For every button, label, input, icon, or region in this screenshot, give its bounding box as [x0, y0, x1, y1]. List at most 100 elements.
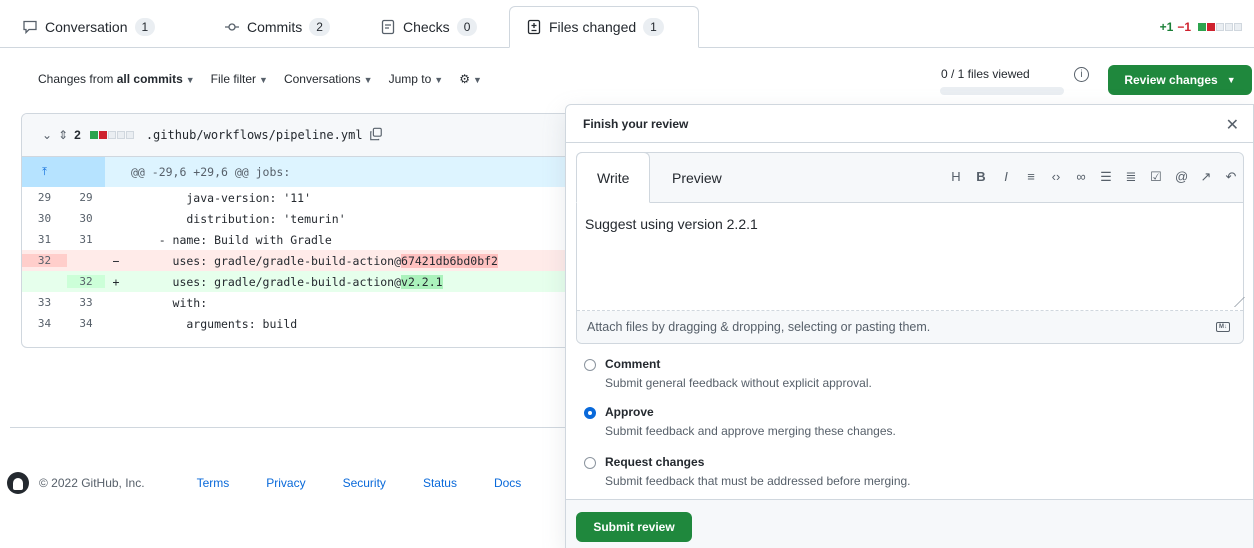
copy-icon[interactable]: [369, 127, 383, 144]
github-logo-icon[interactable]: [7, 472, 29, 494]
additions-count: +1: [1159, 20, 1174, 34]
radio-approve[interactable]: [584, 407, 596, 419]
review-body-textarea[interactable]: Suggest using version 2.2.1: [577, 203, 1245, 311]
added-highlight: v2.2.1: [401, 274, 443, 289]
footer-link-docs[interactable]: Docs: [494, 476, 521, 490]
code-icon[interactable]: ‹›: [1050, 169, 1062, 185]
expand-icon[interactable]: ⇕: [58, 128, 68, 142]
resize-handle-icon[interactable]: [1225, 297, 1245, 307]
option-desc: Submit general feedback without explicit…: [605, 376, 872, 390]
info-icon[interactable]: i: [1074, 67, 1089, 82]
hunk-header: ⤒ @@ -29,6 +29,6 @@ jobs:: [22, 157, 580, 187]
caret-down-icon: ▼: [259, 75, 268, 85]
option-request-changes[interactable]: Request changes Submit feedback that mus…: [584, 455, 911, 488]
file-filter-dropdown[interactable]: File filter ▼: [211, 72, 268, 86]
option-title: Comment: [605, 357, 661, 371]
option-approve[interactable]: Approve Submit feedback and approve merg…: [584, 405, 896, 438]
settings-dropdown[interactable]: ⚙ ▼: [459, 72, 482, 86]
editor-tabs: Write Preview H B I ≡ ‹› ∞ ☰ ≣ ☑ @ ↗ ↶: [576, 152, 1243, 203]
tab-commits[interactable]: Commits 2: [224, 6, 330, 48]
finish-review-popover: Finish your review ✕ Write Preview H B I…: [565, 104, 1254, 548]
checklist-icon: [380, 19, 396, 35]
comment-icon: [22, 19, 38, 35]
expand-up-icon[interactable]: ⤒: [22, 157, 67, 187]
copyright: © 2022 GitHub, Inc.: [39, 476, 145, 490]
footer-link-security[interactable]: Security: [343, 476, 386, 490]
files-viewed-label: 0 / 1 files viewed: [941, 67, 1030, 81]
diff-line: 33 33 with:: [37, 295, 208, 310]
review-header: Finish your review ✕: [566, 105, 1253, 143]
tab-preview[interactable]: Preview: [672, 153, 722, 203]
diff-line: 31 31 - name: Build with Gradle: [37, 232, 332, 247]
review-changes-button[interactable]: Review changes ▼: [1108, 65, 1252, 95]
diff-line: 29 29 java-version: '11': [37, 190, 312, 205]
caret-down-icon: ▼: [434, 75, 444, 85]
submit-review-button[interactable]: Submit review: [576, 512, 692, 542]
changes-from-dropdown[interactable]: Changes from all commits ▼: [38, 72, 195, 86]
footer-link-privacy[interactable]: Privacy: [266, 476, 305, 490]
jump-to-dropdown[interactable]: Jump to ▼: [389, 72, 444, 86]
review-body-text: Suggest using version 2.2.1: [585, 216, 758, 232]
caret-down-icon: ▼: [472, 75, 482, 85]
reply-icon[interactable]: ↶: [1225, 169, 1237, 185]
tab-count: 1: [643, 18, 664, 36]
radio-comment[interactable]: [584, 359, 596, 371]
mention-icon[interactable]: @: [1175, 169, 1188, 185]
heading-icon[interactable]: H: [950, 169, 962, 185]
tab-count: 0: [456, 18, 478, 36]
footer-link-status[interactable]: Status: [423, 476, 457, 490]
conversations-dropdown[interactable]: Conversations ▼: [284, 72, 373, 86]
diff-toolbar: Changes from all commits ▼ File filter ▼ C…: [38, 72, 482, 86]
files-viewed-bar: [940, 87, 1064, 95]
option-title: Approve: [605, 405, 654, 419]
attach-files-area[interactable]: Attach files by dragging & dropping, sel…: [577, 311, 1243, 343]
file-header: ⌄ ⇕ 2 .github/workflows/pipeline.yml: [22, 114, 580, 157]
close-icon[interactable]: ✕: [1226, 115, 1239, 135]
tab-label: Conversation: [45, 19, 128, 35]
attach-hint: Attach files by dragging & dropping, sel…: [587, 320, 931, 334]
review-editor: Write Preview H B I ≡ ‹› ∞ ☰ ≣ ☑ @ ↗ ↶ S…: [576, 152, 1245, 344]
italic-icon[interactable]: I: [1000, 169, 1012, 185]
reference-icon[interactable]: ↗: [1200, 169, 1212, 185]
tab-files-changed[interactable]: Files changed 1: [509, 6, 699, 48]
tab-label: Checks: [403, 19, 450, 35]
tab-count: 2: [309, 18, 330, 36]
option-desc: Submit feedback and approve merging thes…: [605, 424, 896, 438]
commit-icon: [224, 19, 240, 35]
file-diff-icon: [526, 19, 542, 35]
markdown-icon[interactable]: M↓: [1216, 322, 1230, 332]
radio-request-changes[interactable]: [584, 457, 596, 469]
option-desc: Submit feedback that must be addressed b…: [605, 474, 911, 488]
chevron-down-icon[interactable]: ⌄: [42, 128, 52, 142]
caret-down-icon: ▼: [1226, 75, 1236, 85]
files-viewed-progress: 0 / 1 files viewed: [940, 67, 1064, 95]
quote-icon[interactable]: ≡: [1025, 169, 1037, 185]
tab-checks[interactable]: Checks 0: [380, 6, 478, 48]
deleted-highlight: 67421db6bd0bf2: [401, 253, 498, 268]
option-comment[interactable]: Comment Submit general feedback without …: [584, 357, 872, 390]
formatting-toolbar: H B I ≡ ‹› ∞ ☰ ≣ ☑ @ ↗ ↶: [950, 169, 1237, 185]
unordered-list-icon[interactable]: ☰: [1100, 169, 1112, 185]
option-title: Request changes: [605, 455, 705, 469]
pr-tabs: Conversation 1 Commits 2 Checks 0 Files …: [0, 0, 1254, 48]
tab-label: Commits: [247, 19, 303, 35]
diffstat-blocks: [1198, 23, 1242, 31]
bold-icon[interactable]: B: [975, 169, 987, 185]
footer-link-terms[interactable]: Terms: [197, 476, 230, 490]
file-name[interactable]: .github/workflows/pipeline.yml: [146, 128, 363, 142]
gear-icon: ⚙: [459, 72, 470, 86]
hunk-text: @@ -29,6 +29,6 @@ jobs:: [131, 165, 291, 179]
deletions-count: −1: [1177, 20, 1191, 34]
tab-write[interactable]: Write: [576, 152, 651, 203]
tab-count: 1: [134, 18, 156, 36]
tab-conversation[interactable]: Conversation 1: [22, 6, 156, 48]
link-icon[interactable]: ∞: [1075, 169, 1087, 185]
file-diffstat-blocks: [89, 131, 134, 139]
review-title: Finish your review: [583, 116, 689, 131]
ordered-list-icon[interactable]: ≣: [1125, 169, 1137, 185]
review-footer: Submit review: [566, 499, 1253, 548]
diff-line: 30 30 distribution: 'temurin': [37, 211, 346, 226]
tab-label: Files changed: [549, 19, 637, 35]
diffstat: +1 −1: [1160, 20, 1242, 34]
task-list-icon[interactable]: ☑: [1150, 169, 1162, 185]
